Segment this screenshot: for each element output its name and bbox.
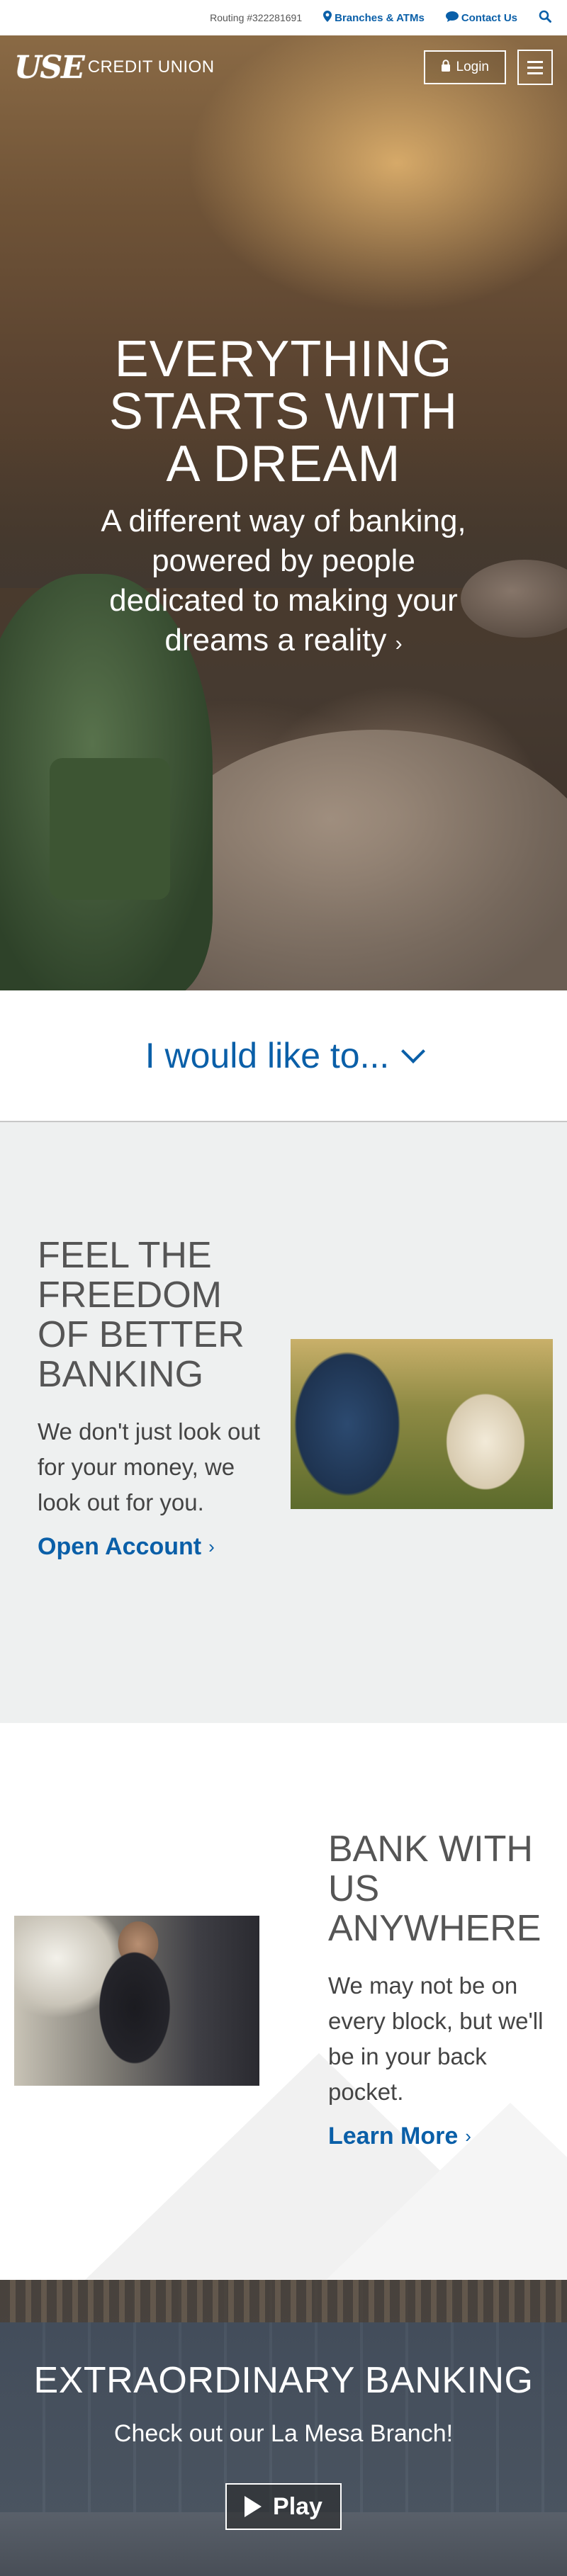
freedom-title: FEEL THE FREEDOM OF BETTER BANKING — [38, 1235, 245, 1395]
backpack-pocket-decoration — [50, 758, 170, 900]
freedom-text: FEEL THE FREEDOM OF BETTER BANKING We do… — [38, 1236, 279, 1561]
hero-lede-text: A different way of banking, powered by p… — [101, 504, 466, 657]
man-with-phone-photo — [14, 1916, 259, 2086]
login-button[interactable]: Login — [423, 50, 506, 84]
freedom-section: FEEL THE FREEDOM OF BETTER BANKING We do… — [0, 1122, 567, 1723]
hero-lede-link[interactable]: A different way of banking, powered by p… — [99, 502, 468, 664]
would-like-to-section: I would like to... — [0, 990, 567, 1122]
branch-video-title: EXTRAORDINARY BANKING — [33, 2360, 534, 2401]
ceiling-decoration — [0, 2280, 567, 2322]
search-button[interactable] — [539, 10, 551, 26]
logo-text: CREDIT UNION — [87, 57, 215, 77]
learn-more-arrow: › — [465, 2125, 471, 2147]
hero-content: EVERYTHING STARTS WITH A DREAM A differe… — [99, 333, 468, 664]
site-header: USE CREDIT UNION Login — [0, 35, 567, 99]
hero-headline: EVERYTHING STARTS WITH A DREAM — [108, 331, 459, 492]
menu-line — [527, 66, 543, 69]
man-with-dog-photo — [291, 1339, 553, 1509]
routing-number: Routing #322281691 — [210, 12, 303, 23]
login-label: Login — [456, 60, 490, 74]
anywhere-text: BANK WITH US ANYWHERE We may not be on e… — [328, 1829, 555, 2150]
chevron-down-icon — [401, 1039, 426, 1063]
menu-line — [527, 60, 543, 63]
branch-video-content: EXTRAORDINARY BANKING Check out our La M… — [0, 2359, 567, 2530]
open-account-link[interactable]: Open Account › — [38, 1533, 215, 1561]
contact-us-label: Contact Us — [461, 11, 517, 24]
play-label: Play — [273, 2492, 322, 2520]
site-logo[interactable]: USE CREDIT UNION — [14, 50, 215, 86]
utility-bar: Routing #322281691 Branches & ATMs Conta… — [0, 0, 567, 35]
learn-more-label: Learn More — [328, 2123, 459, 2150]
branches-atms-label: Branches & ATMs — [335, 11, 425, 24]
learn-more-link[interactable]: Learn More › — [328, 2123, 471, 2150]
lock-icon — [441, 60, 451, 75]
hero-section: USE CREDIT UNION Login EVERYTHING STARTS… — [0, 35, 567, 990]
would-like-to-dropdown[interactable]: I would like to... — [145, 1035, 426, 1076]
contact-us-link[interactable]: Contact Us — [445, 11, 517, 25]
would-like-to-label: I would like to... — [145, 1036, 390, 1075]
play-button[interactable]: Play — [225, 2483, 342, 2530]
anywhere-body: We may not be on every block, but we'll … — [328, 1972, 544, 2105]
logo-mark: USE — [14, 49, 85, 86]
menu-line — [527, 72, 543, 74]
branch-video-section: EXTRAORDINARY BANKING Check out our La M… — [0, 2280, 567, 2576]
search-icon — [539, 10, 551, 26]
anywhere-title: BANK WITH US ANYWHERE — [328, 1829, 541, 1949]
open-account-label: Open Account — [38, 1533, 202, 1560]
hamburger-menu-icon[interactable] — [517, 50, 553, 85]
header-actions: Login — [423, 50, 553, 85]
branches-atms-link[interactable]: Branches & ATMs — [323, 11, 425, 25]
map-pin-icon — [323, 11, 332, 25]
chat-bubble-icon — [445, 11, 459, 25]
hero-lede-arrow: › — [395, 632, 403, 655]
freedom-body: We don't just look out for your money, w… — [38, 1418, 260, 1515]
open-account-arrow: › — [208, 1536, 215, 1557]
branch-video-subtitle: Check out our La Mesa Branch! — [113, 2420, 454, 2447]
play-icon — [245, 2496, 262, 2517]
anywhere-section: BANK WITH US ANYWHERE We may not be on e… — [0, 1723, 567, 2280]
